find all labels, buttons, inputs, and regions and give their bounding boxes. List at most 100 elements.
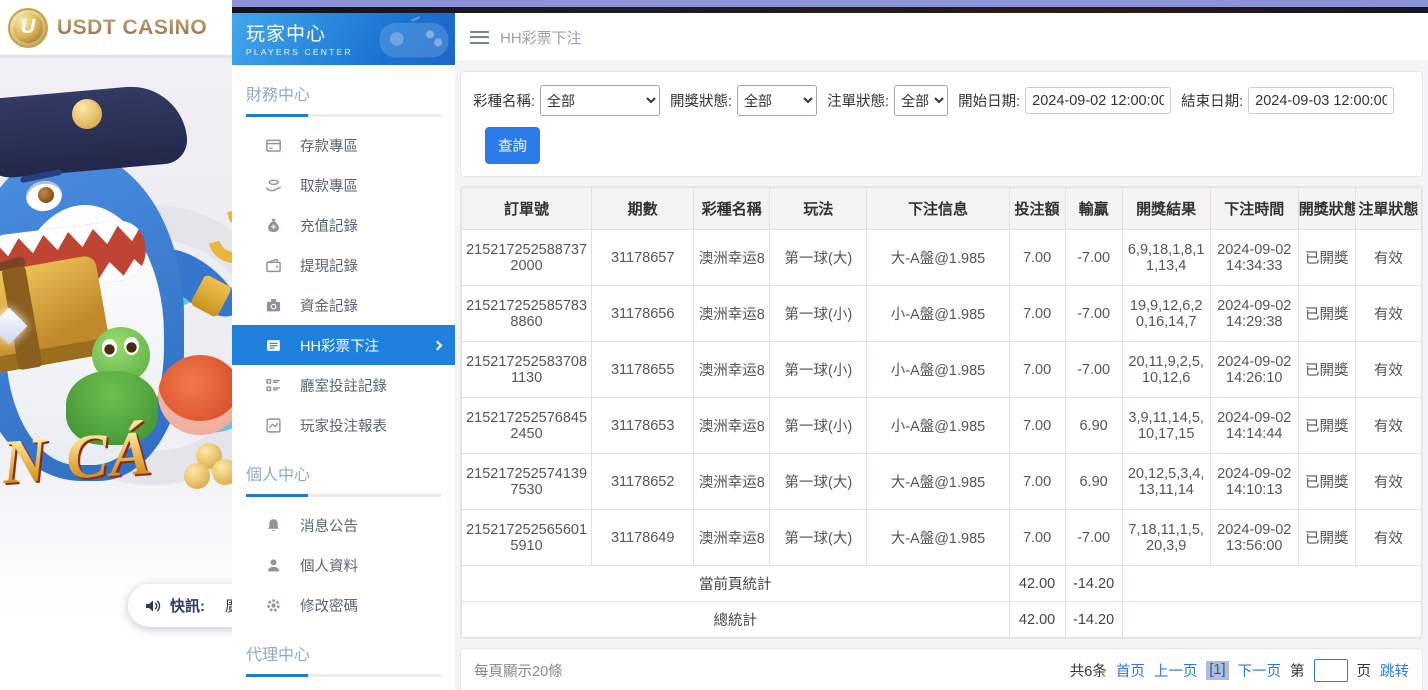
cell: 31178655: [592, 342, 694, 398]
summary-bet-total: 42.00: [1009, 566, 1065, 602]
pirate-hat: [0, 82, 189, 180]
bets-table-panel: 訂單號期數彩種名稱玩法下注信息投注額輸贏開獎結果下注時間開獎狀態注單狀態 2152…: [460, 186, 1423, 639]
search-button[interactable]: 查詢: [485, 127, 540, 164]
sidebar-item-label: 廳室投註記錄: [300, 375, 387, 396]
column-header: 開獎狀態: [1298, 188, 1355, 230]
column-header: 期數: [592, 188, 694, 230]
gamepad-icon: [377, 16, 451, 67]
order-status-label: 注單狀態:: [827, 90, 889, 111]
lottery-name-label: 彩種名稱:: [473, 90, 535, 111]
end-date-label: 結束日期:: [1181, 90, 1243, 111]
card-icon: [265, 136, 283, 154]
summary-bet-total: 42.00: [1009, 602, 1065, 638]
sidebar-section-title: 代理中心: [246, 641, 441, 674]
bets-table: 訂單號期數彩種名稱玩法下注信息投注額輸贏開獎結果下注時間開獎狀態注單狀態 2152…: [461, 187, 1422, 638]
cell: 已開獎: [1298, 230, 1355, 286]
cell: 有效: [1355, 342, 1421, 398]
cell: 2152172525837081130: [462, 342, 592, 398]
cell: 7.00: [1009, 454, 1065, 510]
cell: 31178656: [592, 286, 694, 342]
start-date-input[interactable]: [1025, 87, 1171, 114]
page-size-text: 每頁顯示20條: [474, 660, 563, 681]
cell: 澳洲幸运8: [694, 398, 770, 454]
sidebar-item-hh-lottery-bets[interactable]: HH彩票下注: [232, 325, 455, 365]
filter-panel: 彩種名稱: 全部 開獎狀態: 全部 注單狀態: 全部 開始日期: 結束日期: 查…: [460, 71, 1423, 177]
ticket-icon: [265, 336, 283, 354]
sidebar-item-withdraw-record[interactable]: 提現記錄: [232, 245, 455, 285]
cell: 2024-09-02 14:26:10: [1210, 342, 1298, 398]
cell: 已開獎: [1298, 286, 1355, 342]
table-row: 215217252574139753031178652澳洲幸运8第一球(大)大-…: [462, 454, 1422, 510]
sidebar-item-player-bet-report[interactable]: 玩家投注報表: [232, 405, 455, 445]
column-header: 下注時間: [1210, 188, 1298, 230]
cell: 有效: [1355, 230, 1421, 286]
turtle-eye: [102, 339, 117, 357]
news-ticker: 快訊: 廣: [128, 584, 232, 627]
cell: 有效: [1355, 398, 1421, 454]
cell: 19,9,12,6,20,16,14,7: [1122, 286, 1210, 342]
sidebar-item-change-password[interactable]: 修改密碼: [232, 585, 455, 625]
cell: 澳洲幸运8: [694, 510, 770, 566]
sidebar: 玩家中心 PLAYERS CENTER 財務中心存款專區取款專區充值記錄提現記錄…: [232, 13, 455, 690]
summary-row: 總統計42.00-14.20: [462, 602, 1422, 638]
cell: 有效: [1355, 454, 1421, 510]
sidebar-item-profile[interactable]: 個人資料: [232, 545, 455, 585]
sidebar-item-withdraw-zone[interactable]: 取款專區: [232, 165, 455, 205]
sidebar-item-room-bet-record[interactable]: 廳室投註記錄: [232, 365, 455, 405]
gold-coin: [184, 463, 210, 489]
jump-label-pre: 第: [1290, 660, 1305, 681]
sidebar-header: 玩家中心 PLAYERS CENTER: [232, 13, 455, 65]
user-icon: [265, 556, 283, 574]
main-area: HH彩票下注 彩種名稱: 全部 開獎狀態: 全部 注單狀態: 全部 開始日期:: [455, 13, 1428, 690]
cell: 2024-09-02 14:10:13: [1210, 454, 1298, 510]
hamburger-icon[interactable]: [470, 31, 489, 44]
prev-page-link[interactable]: 上一页: [1154, 660, 1198, 681]
cell: 7.00: [1009, 398, 1065, 454]
lottery-name-select[interactable]: 全部: [540, 85, 660, 116]
sidebar-item-agent-rules[interactable]: 代理規則說明: [232, 685, 455, 690]
sidebar-item-label: 修改密碼: [300, 595, 358, 616]
sidebar-item-deposit-zone[interactable]: 存款專區: [232, 125, 455, 165]
cell: 澳洲幸运8: [694, 342, 770, 398]
current-page-indicator[interactable]: [1]: [1206, 661, 1228, 680]
start-date-label: 開始日期:: [958, 90, 1020, 111]
end-date-input[interactable]: [1248, 87, 1394, 114]
turtle-eye: [124, 337, 139, 355]
sidebar-item-announcements[interactable]: 消息公告: [232, 505, 455, 545]
cell: 第一球(小): [770, 342, 867, 398]
column-header: 注單狀態: [1355, 188, 1421, 230]
table-header-row: 訂單號期數彩種名稱玩法下注信息投注額輸贏開獎結果下注時間開獎狀態注單狀態: [462, 188, 1422, 230]
cell: 澳洲幸运8: [694, 230, 770, 286]
cell: 31178652: [592, 454, 694, 510]
shark-pupil: [38, 187, 54, 203]
pager: 共6条 首页 上一页 [1] 下一页 第 页 跳转: [1070, 659, 1409, 682]
cell: 20,11,9,2,5,10,12,6: [1122, 342, 1210, 398]
cell: 2152172525656015910: [462, 510, 592, 566]
summary-label: 當前頁統計: [462, 566, 1010, 602]
sidebar-section-title: 個人中心: [246, 461, 441, 494]
ticker-text: 廣: [225, 595, 232, 616]
cell: 大-A盤@1.985: [867, 454, 1009, 510]
table-row: 215217252583708113031178655澳洲幸运8第一球(小)小-…: [462, 342, 1422, 398]
cell: -7.00: [1065, 286, 1122, 342]
draw-status-select[interactable]: 全部: [737, 85, 817, 116]
cell: 第一球(小): [770, 398, 867, 454]
sidebar-item-funds-record[interactable]: 資金記錄: [232, 285, 455, 325]
sidebar-item-recharge-record[interactable]: 充值記錄: [232, 205, 455, 245]
first-page-link[interactable]: 首页: [1116, 660, 1145, 681]
order-status-select[interactable]: 全部: [894, 85, 948, 116]
sidebar-item-label: 存款專區: [300, 135, 358, 156]
left-banner-panel: U USDT CASINO: [0, 0, 232, 690]
next-page-link[interactable]: 下一页: [1238, 660, 1282, 681]
cell: 6.90: [1065, 454, 1122, 510]
summary-empty: [1122, 566, 1421, 602]
cell: 已開獎: [1298, 342, 1355, 398]
sidebar-nav: 財務中心存款專區取款專區充值記錄提現記錄資金記錄HH彩票下注廳室投註記錄玩家投注…: [232, 81, 455, 690]
page-number-input[interactable]: [1314, 659, 1348, 682]
cell: 2024-09-02 14:14:44: [1210, 398, 1298, 454]
table-row: 215217252585783886031178656澳洲幸运8第一球(小)小-…: [462, 286, 1422, 342]
cell: 澳洲幸运8: [694, 454, 770, 510]
jump-button[interactable]: 跳转: [1380, 660, 1409, 681]
cell: 3,9,11,14,5,10,17,15: [1122, 398, 1210, 454]
cell: 6.90: [1065, 398, 1122, 454]
